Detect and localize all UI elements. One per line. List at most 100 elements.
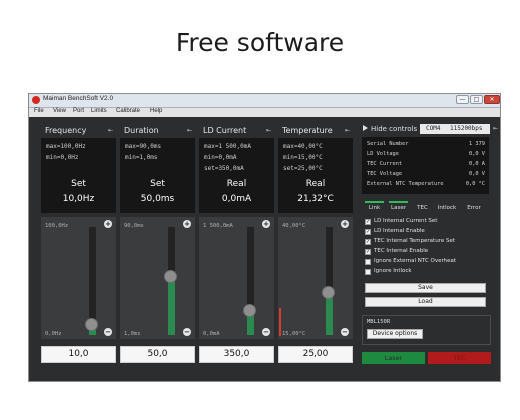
limit-max: max=90,0ms — [125, 143, 162, 150]
panel-title: Duration — [124, 126, 159, 135]
display-value: 21,32°C — [297, 194, 334, 204]
checkbox[interactable]: ✓ — [365, 249, 371, 255]
laser-indicator-light — [389, 201, 408, 203]
increment-button[interactable]: + — [183, 220, 191, 228]
temperature-value-field[interactable]: 25,00 — [278, 346, 353, 363]
hide-controls-label: Hide controls — [371, 125, 418, 133]
hide-controls-toggle[interactable]: Hide controls — [363, 125, 417, 133]
decrement-button[interactable]: − — [104, 328, 112, 336]
increment-button[interactable]: + — [262, 220, 270, 228]
mode-label: Set — [150, 179, 165, 189]
status-row: TEC Current 0,0 A — [367, 161, 485, 169]
menu-limits[interactable]: Limits — [91, 108, 107, 114]
panel-options-icon[interactable]: ⇤ — [186, 127, 193, 134]
panel-options-icon[interactable]: ⇤ — [107, 127, 114, 134]
checkbox[interactable]: ✓ — [365, 229, 371, 235]
app-window: Maiman BenchSoft V2.0 — □ ✕ File View Po… — [28, 93, 501, 382]
status-label: TEC Current — [367, 161, 403, 167]
indicator-error: Error — [467, 205, 481, 211]
checkbox[interactable] — [365, 259, 371, 265]
checkbox[interactable]: ✓ — [365, 219, 371, 225]
decrement-button[interactable]: − — [341, 328, 349, 336]
status-value: 1 379 — [469, 141, 485, 147]
menu-help[interactable]: Help — [150, 108, 162, 114]
window-title: Maiman BenchSoft V2.0 — [43, 95, 114, 102]
save-button[interactable]: Save — [365, 283, 486, 293]
status-row: LD Voltage 0,0 V — [367, 151, 485, 159]
tec-button[interactable]: TEC — [428, 352, 491, 364]
status-value: 0,0 °C — [465, 181, 485, 187]
frequency-value-field[interactable]: 10,0 — [41, 346, 116, 363]
port-name: COM4 — [426, 125, 441, 132]
temperature-readout: max=40,00°C min=15,00°C set=25,00°C Real… — [278, 138, 353, 213]
menu-calibrate[interactable]: Calibrate — [116, 108, 140, 114]
panel-options-icon[interactable]: ⇤ — [265, 127, 272, 134]
checkbox-label: LD Internal Current Set — [374, 218, 438, 224]
slider-thumb[interactable] — [322, 286, 335, 299]
ld-current-readout: max=1 500,0mA min=0,0mA set=350,0mA Real… — [199, 138, 274, 213]
checkbox-label: TEC Internal Enable — [374, 248, 429, 254]
status-readout: Serial Number 1 379 LD Voltage 0,0 V TEC… — [362, 137, 489, 194]
title-bar: Maiman BenchSoft V2.0 — □ ✕ — [29, 94, 500, 108]
maximize-button[interactable]: □ — [470, 95, 483, 104]
ld-current-value-field[interactable]: 350,0 — [199, 346, 274, 363]
panel-options-icon[interactable]: ⇤ — [344, 127, 351, 134]
slider-thumb[interactable] — [164, 270, 177, 283]
device-options-button[interactable]: Device options — [367, 329, 423, 339]
status-label: TEC Voltage — [367, 171, 403, 177]
increment-button[interactable]: + — [341, 220, 349, 228]
limit-max: max=1 500,0mA — [204, 143, 251, 150]
setpoint: set=350,0mA — [204, 165, 244, 172]
menu-file[interactable]: File — [34, 108, 44, 114]
display-value: 10,0Hz — [62, 194, 95, 204]
indicator-laser: Laser — [391, 205, 406, 211]
checkbox-label: Ignore External NTC Overheat — [374, 258, 457, 264]
menu-view[interactable]: View — [53, 108, 66, 114]
status-label: External NTC Temperature — [367, 181, 444, 187]
slider-fill — [168, 276, 175, 335]
close-button[interactable]: ✕ — [484, 95, 500, 104]
status-value: 0,0 A — [469, 161, 485, 167]
mode-label: Real — [226, 179, 247, 189]
frequency-readout: max=100,0Hz min=0,0Hz Set 10,0Hz — [41, 138, 116, 213]
status-value: 0,0 V — [469, 151, 485, 157]
temperature-indicator-bar — [279, 308, 281, 336]
checkbox[interactable] — [365, 269, 371, 275]
panel-title: Frequency — [45, 126, 87, 135]
slider-thumb[interactable] — [243, 304, 256, 317]
checkbox[interactable]: ✓ — [365, 239, 371, 245]
decrement-button[interactable]: − — [183, 328, 191, 336]
panel-title: LD Current — [203, 126, 247, 135]
slider-min-label: 1,0ms — [124, 331, 141, 337]
status-row: TEC Voltage 0,0 V — [367, 171, 485, 179]
duration-value-field[interactable]: 50,0 — [120, 346, 195, 363]
laser-button[interactable]: Laser — [362, 352, 425, 364]
temperature-panel: Temperature ⇤ max=40,00°C min=15,00°C se… — [278, 125, 353, 364]
status-row: External NTC Temperature 0,0 °C — [367, 181, 485, 189]
limit-min: min=0,0Hz — [46, 154, 79, 161]
slider-max-label: 1 500,0mA — [203, 223, 233, 229]
frequency-panel: Frequency ⇤ max=100,0Hz min=0,0Hz Set 10… — [41, 125, 116, 364]
slider-max-label: 40,00°C — [282, 223, 306, 229]
decrement-button[interactable]: − — [262, 328, 270, 336]
indicator-intlock: Intlock — [437, 205, 457, 211]
ld-current-slider-area: 1 500,0mA 0,0mA + − — [199, 217, 274, 339]
setpoint: set=25,00°C — [283, 165, 323, 172]
limit-min: min=0,0mA — [204, 154, 237, 161]
display-value: 0,0mA — [221, 194, 252, 204]
panel-options-icon[interactable]: ⇤ — [493, 126, 499, 132]
limit-min: min=15,00°C — [283, 154, 323, 161]
slider-min-label: 0,0Hz — [45, 331, 62, 337]
indicator-tec: TEC — [417, 205, 428, 211]
mode-label: Real — [305, 179, 326, 189]
slider-thumb[interactable] — [85, 318, 98, 331]
port-selector[interactable]: COM4 115200bps — [420, 124, 490, 134]
load-button[interactable]: Load — [365, 297, 486, 307]
temperature-slider-area: 40,00°C 15,00°C + − — [278, 217, 353, 339]
limit-min: min=1,0ms — [125, 154, 158, 161]
menu-port[interactable]: Port — [73, 108, 84, 114]
status-value: 0,0 V — [469, 171, 485, 177]
model-name: MBL150R — [367, 319, 391, 325]
minimize-button[interactable]: — — [456, 95, 469, 104]
increment-button[interactable]: + — [104, 220, 112, 228]
